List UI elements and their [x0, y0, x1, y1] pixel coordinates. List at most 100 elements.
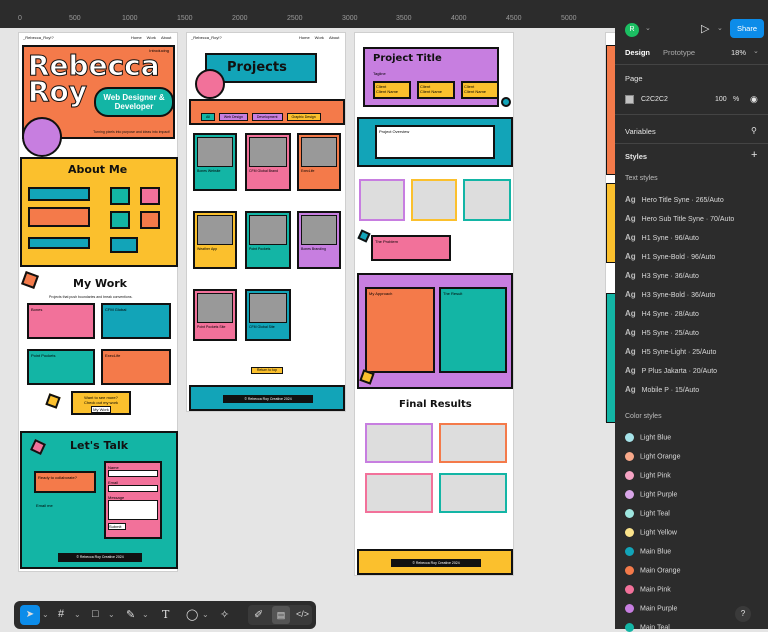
color-style-item[interactable]: Main Teal	[625, 623, 670, 632]
color-style-label: Light Yellow	[640, 529, 677, 537]
email-input[interactable]	[108, 485, 158, 492]
page-color-hex[interactable]: C2C2C2	[641, 96, 668, 103]
project-card[interactable]: CFM Global Site	[245, 289, 291, 341]
text-style-item[interactable]: Ag H1 Syne · 96/Auto	[625, 233, 699, 242]
work-card[interactable]: CFM Global	[101, 303, 171, 339]
text-style-item[interactable]: Ag H3 Syne · 36/Auto	[625, 271, 699, 280]
chevron-down-icon[interactable]: ⌄	[717, 24, 723, 32]
chevron-down-icon[interactable]: ⌄	[202, 610, 209, 619]
message-input[interactable]	[108, 500, 158, 520]
color-style-item[interactable]: Light Blue	[625, 433, 671, 442]
nav-logo[interactable]: _Rebecca_Roy!?	[191, 35, 222, 40]
chevron-down-icon[interactable]: ⌄	[74, 610, 81, 619]
tab-prototype[interactable]: Prototype	[663, 48, 695, 57]
submit-button[interactable]: Submit	[108, 523, 126, 530]
move-tool-icon[interactable]: ➤	[20, 605, 40, 625]
eye-icon[interactable]: ◉	[750, 94, 758, 105]
color-style-item[interactable]: Main Pink	[625, 585, 671, 594]
return-button[interactable]: Return to top	[251, 367, 283, 374]
text-style-item[interactable]: Ag H5 Syne-Light · 25/Auto	[625, 347, 716, 356]
nav-link[interactable]: Work	[147, 35, 156, 40]
color-style-item[interactable]: Light Purple	[625, 490, 677, 499]
color-style-item[interactable]: Main Purple	[625, 604, 677, 613]
filter-chips: All Web Design Development Graphic Desig…	[201, 113, 321, 121]
client-name: Client Name	[420, 89, 443, 94]
nav-link[interactable]: About	[161, 35, 171, 40]
comment-tool-icon[interactable]: ◯	[186, 608, 198, 621]
actions-tool-icon[interactable]: ✧	[220, 608, 229, 621]
cta-button[interactable]: My Work	[91, 406, 111, 413]
color-style-item[interactable]: Light Orange	[625, 452, 680, 461]
color-style-item[interactable]: Main Blue	[625, 547, 671, 556]
avatar[interactable]: R	[625, 23, 639, 37]
project-card[interactable]: Bones Website	[193, 133, 237, 191]
nav-link[interactable]: About	[329, 35, 339, 40]
nav-link[interactable]: Work	[315, 35, 324, 40]
project-card[interactable]: ExecLife	[297, 133, 341, 191]
chevron-down-icon[interactable]: ⌄	[645, 24, 651, 32]
tab-design[interactable]: Design	[625, 48, 650, 57]
frame-tool-icon[interactable]: #	[58, 608, 64, 620]
add-style-icon[interactable]: +	[751, 149, 757, 161]
help-button[interactable]: ?	[735, 606, 751, 622]
design-mode-icon[interactable]: ▤	[272, 606, 290, 624]
frame-home[interactable]: _Rebecca_Roy!? Home Work About Introduci…	[18, 32, 178, 572]
color-style-item[interactable]: Light Yellow	[625, 528, 677, 537]
zoom-level[interactable]: 18%	[731, 48, 746, 57]
name-input[interactable]	[108, 470, 158, 477]
chevron-down-icon[interactable]: ⌄	[753, 47, 759, 55]
chevron-down-icon[interactable]: ⌄	[42, 610, 49, 619]
bottom-toolbar: ➤ ⌄ # ⌄ □ ⌄ ✎ ⌄ T ◯ ⌄ ✧ ✐ ▤ </>	[14, 601, 316, 629]
image-placeholder	[463, 179, 511, 221]
frame-offscreen[interactable]	[605, 32, 615, 423]
work-card[interactable]: Bones	[27, 303, 95, 339]
color-style-item[interactable]: Light Pink	[625, 471, 671, 480]
design-canvas[interactable]: _Rebecca_Roy!? Home Work About Introduci…	[0, 28, 615, 629]
pen-tool-icon[interactable]: ✎	[126, 608, 135, 621]
text-tool-icon[interactable]: T	[162, 608, 169, 621]
frame-projects[interactable]: _Rebecca_Roy!? Home Work About Projects …	[186, 32, 346, 412]
text-style-item[interactable]: Ag Mobile P · 15/Auto	[625, 385, 699, 394]
project-card[interactable]: Weather App	[193, 211, 237, 269]
color-swatch	[625, 585, 634, 594]
project-card[interactable]: Point Pockets	[245, 211, 291, 269]
filter-chip[interactable]: Graphic Design	[286, 113, 321, 121]
window-top-bar	[0, 0, 768, 10]
text-style-item[interactable]: Ag H5 Syne · 25/Auto	[625, 328, 699, 337]
nav-link[interactable]: Home	[299, 35, 310, 40]
text-style-item[interactable]: Ag H3 Syne-Bold · 36/Auto	[625, 290, 715, 299]
nav-link[interactable]: Home	[131, 35, 142, 40]
text-style-item[interactable]: Ag H1 Syne-Bold · 96/Auto	[625, 252, 715, 261]
text-style-item[interactable]: Ag Hero Sub Title Syne · 70/Auto	[625, 214, 734, 223]
nav-links: Home Work About	[299, 35, 339, 40]
draw-mode-icon[interactable]: ✐	[254, 608, 263, 621]
frame-project-detail[interactable]: Project Title Tagline Client Client Name …	[354, 32, 514, 576]
page-opacity[interactable]: 100	[715, 96, 727, 103]
project-card[interactable]: Point Pockets Site	[193, 289, 237, 341]
text-style-item[interactable]: Ag Hero Title Syne · 265/Auto	[625, 195, 724, 204]
text-style-item[interactable]: Ag H4 Syne · 28/Auto	[625, 309, 699, 318]
filter-chip[interactable]: Web Design	[218, 113, 248, 121]
dev-mode-icon[interactable]: </>	[296, 609, 309, 619]
play-icon[interactable]: ▷	[701, 22, 709, 35]
color-swatch	[625, 471, 634, 480]
page-color-swatch[interactable]	[625, 95, 634, 104]
chevron-down-icon[interactable]: ⌄	[142, 610, 149, 619]
work-card[interactable]: Point Pockets	[27, 349, 95, 385]
rectangle-tool-icon[interactable]: □	[92, 608, 99, 620]
nav-logo[interactable]: _Rebecca_Roy!?	[23, 35, 54, 40]
text-style-item[interactable]: Ag P Plus Jakarta · 20/Auto	[625, 366, 717, 375]
project-card[interactable]: Bones Branding	[297, 211, 341, 269]
color-style-item[interactable]: Main Orange	[625, 566, 680, 575]
variables-label[interactable]: Variables	[625, 127, 656, 136]
filter-chip[interactable]: Development	[251, 113, 283, 121]
variables-icon[interactable]: ⚲	[751, 126, 757, 135]
work-card[interactable]: ExecLife	[101, 349, 171, 385]
filter-chip[interactable]: All	[201, 113, 215, 121]
color-style-item[interactable]: Light Teal	[625, 509, 670, 518]
work-subtitle: Projects that push boundaries and break …	[49, 295, 133, 299]
project-card[interactable]: CFM Global Brand	[245, 133, 291, 191]
share-button[interactable]: Share	[730, 19, 764, 38]
chevron-down-icon[interactable]: ⌄	[108, 610, 115, 619]
talk-email[interactable]: Email me	[36, 503, 53, 508]
